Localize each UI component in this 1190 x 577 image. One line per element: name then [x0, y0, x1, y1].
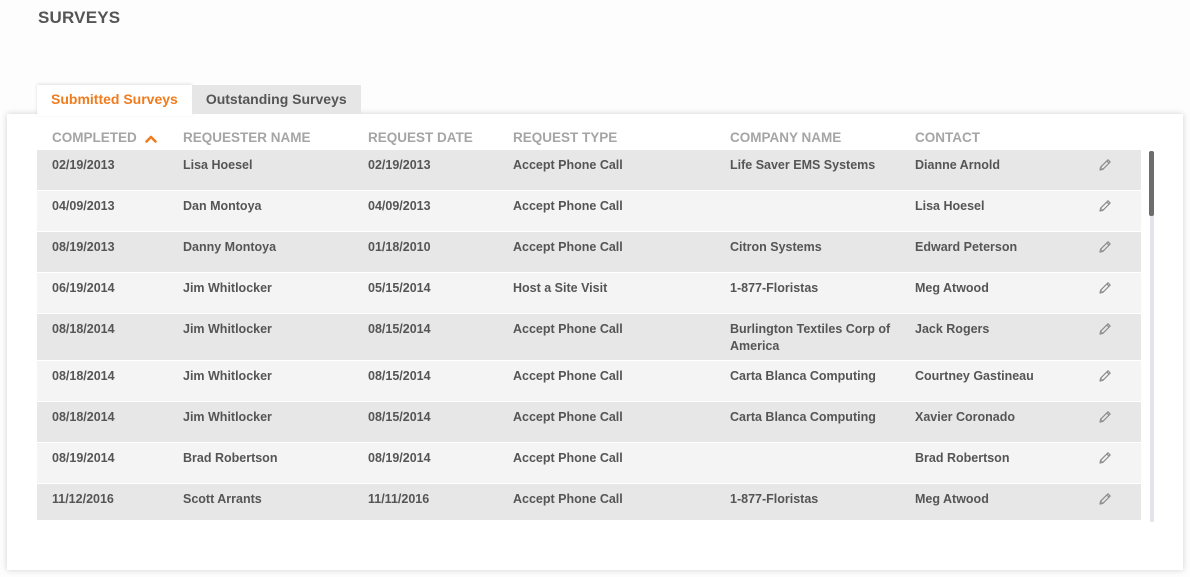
- column-header-company-name[interactable]: COMPANY NAME: [730, 130, 905, 145]
- table-row[interactable]: 06/19/2014 Jim Whitlocker 05/15/2014 Host a…: [37, 273, 1141, 314]
- request-date-cell: 01/18/2010: [368, 240, 431, 254]
- company-name-cell: Citron Systems: [730, 240, 822, 254]
- contact-cell: Meg Atwood: [915, 281, 989, 295]
- request-date-cell: 05/15/2014: [368, 281, 431, 295]
- completed-cell: 08/19/2014: [52, 451, 115, 465]
- request-date-cell: 11/11/2016: [368, 492, 430, 506]
- requester-name-cell: Jim Whitlocker: [183, 281, 272, 295]
- contact-cell: Dianne Arnold: [915, 158, 1000, 172]
- column-header-request-type[interactable]: REQUEST TYPE: [513, 130, 617, 145]
- request-type-cell: Accept Phone Call: [513, 199, 623, 213]
- pencil-icon[interactable]: [1097, 409, 1113, 425]
- completed-cell: 02/19/2013: [52, 158, 115, 172]
- request-type-cell: Accept Phone Call: [513, 322, 623, 336]
- table-row[interactable]: 08/18/2014 Jim Whitlocker 08/15/2014 Accept…: [37, 361, 1141, 402]
- survey-table-body: 02/19/2013 Lisa Hoesel 02/19/2013 Accept Ph…: [37, 150, 1141, 520]
- pencil-icon[interactable]: [1097, 239, 1113, 255]
- page-title: SURVEYS: [38, 8, 121, 27]
- column-header-request-date[interactable]: REQUEST DATE: [368, 130, 473, 145]
- surveys-page: SURVEYS Submitted Surveys Outstanding Su…: [0, 0, 1190, 577]
- tab-outstanding-surveys[interactable]: Outstanding Surveys: [191, 85, 361, 114]
- company-name-cell: 1-877-Floristas: [730, 492, 819, 506]
- requester-name-cell: Jim Whitlocker: [183, 369, 272, 383]
- completed-cell: 08/18/2014: [52, 322, 115, 336]
- company-name-cell: Carta Blanca Computing: [730, 369, 876, 383]
- company-name-cell: Burlington Textiles Corp of America: [730, 322, 891, 353]
- pencil-icon[interactable]: [1097, 198, 1113, 214]
- column-header-contact[interactable]: CONTACT: [915, 130, 980, 145]
- pencil-icon[interactable]: [1097, 157, 1113, 173]
- contact-cell: Lisa Hoesel: [915, 199, 985, 213]
- company-name-cell: Carta Blanca Computing: [730, 410, 876, 424]
- requester-name-cell: Lisa Hoesel: [183, 158, 253, 172]
- table-row[interactable]: 11/12/2016 Scott Arrants 11/11/2016 Accept …: [37, 484, 1141, 520]
- column-header-requester-name[interactable]: REQUESTER NAME: [183, 130, 311, 145]
- table-row[interactable]: 04/09/2013 Dan Montoya 04/09/2013 Accept Ph…: [37, 191, 1141, 232]
- completed-cell: 08/18/2014: [52, 369, 115, 383]
- surveys-panel: COMPLETED REQUESTER NAME REQUEST DATE RE…: [7, 114, 1183, 570]
- column-header-completed[interactable]: COMPLETED: [52, 130, 157, 146]
- request-type-cell: Accept Phone Call: [513, 369, 623, 383]
- request-type-cell: Accept Phone Call: [513, 451, 623, 465]
- request-date-cell: 08/15/2014: [368, 322, 431, 336]
- request-date-cell: 04/09/2013: [368, 199, 431, 213]
- request-date-cell: 08/15/2014: [368, 410, 431, 424]
- request-date-cell: 08/15/2014: [368, 369, 431, 383]
- request-type-cell: Accept Phone Call: [513, 240, 623, 254]
- requester-name-cell: Dan Montoya: [183, 199, 262, 213]
- contact-cell: Jack Rogers: [915, 322, 990, 336]
- request-date-cell: 02/19/2013: [368, 158, 431, 172]
- company-name-cell: Life Saver EMS Systems: [730, 158, 876, 172]
- contact-cell: Brad Robertson: [915, 451, 1010, 465]
- requester-name-cell: Scott Arrants: [183, 492, 262, 506]
- contact-cell: Xavier Coronado: [915, 410, 1016, 424]
- request-type-cell: Accept Phone Call: [513, 158, 623, 172]
- requester-name-cell: Danny Montoya: [183, 240, 277, 254]
- pencil-icon[interactable]: [1097, 280, 1113, 296]
- pencil-icon[interactable]: [1097, 321, 1113, 337]
- pencil-icon[interactable]: [1097, 450, 1113, 466]
- scrollbar-thumb[interactable]: [1149, 151, 1154, 216]
- pencil-icon[interactable]: [1097, 368, 1113, 384]
- requester-name-cell: Jim Whitlocker: [183, 410, 272, 424]
- table-row[interactable]: 08/18/2014 Jim Whitlocker 08/15/2014 Accept…: [37, 402, 1141, 443]
- request-type-cell: Accept Phone Call: [513, 492, 623, 506]
- contact-cell: Meg Atwood: [915, 492, 989, 506]
- request-type-cell: Accept Phone Call: [513, 410, 623, 424]
- completed-cell: 06/19/2014: [52, 281, 115, 295]
- request-type-cell: Host a Site Visit: [513, 281, 608, 295]
- table-row[interactable]: 02/19/2013 Lisa Hoesel 02/19/2013 Accept Ph…: [37, 150, 1141, 191]
- requester-name-cell: Jim Whitlocker: [183, 322, 272, 336]
- table-row[interactable]: 08/19/2013 Danny Montoya 01/18/2010 Accept …: [37, 232, 1141, 273]
- completed-cell: 08/18/2014: [52, 410, 115, 424]
- column-header-completed-label: COMPLETED: [52, 130, 137, 145]
- survey-tabs: Submitted Surveys Outstanding Surveys: [37, 85, 361, 116]
- table-header: COMPLETED REQUESTER NAME REQUEST DATE RE…: [37, 128, 1141, 150]
- pencil-icon[interactable]: [1097, 491, 1113, 507]
- completed-cell: 11/12/2016: [52, 492, 114, 506]
- table-row[interactable]: 08/19/2014 Brad Robertson 08/19/2014 Accept…: [37, 443, 1141, 484]
- requester-name-cell: Brad Robertson: [183, 451, 278, 465]
- request-date-cell: 08/19/2014: [368, 451, 431, 465]
- chevron-up-icon: [144, 131, 157, 146]
- completed-cell: 08/19/2013: [52, 240, 115, 254]
- company-name-cell: 1-877-Floristas: [730, 281, 819, 295]
- table-row[interactable]: 08/18/2014 Jim Whitlocker 08/15/2014 Accept…: [37, 314, 1141, 361]
- contact-cell: Edward Peterson: [915, 240, 1018, 254]
- tab-submitted-surveys[interactable]: Submitted Surveys: [37, 85, 192, 116]
- completed-cell: 04/09/2013: [52, 199, 115, 213]
- contact-cell: Courtney Gastineau: [915, 369, 1034, 383]
